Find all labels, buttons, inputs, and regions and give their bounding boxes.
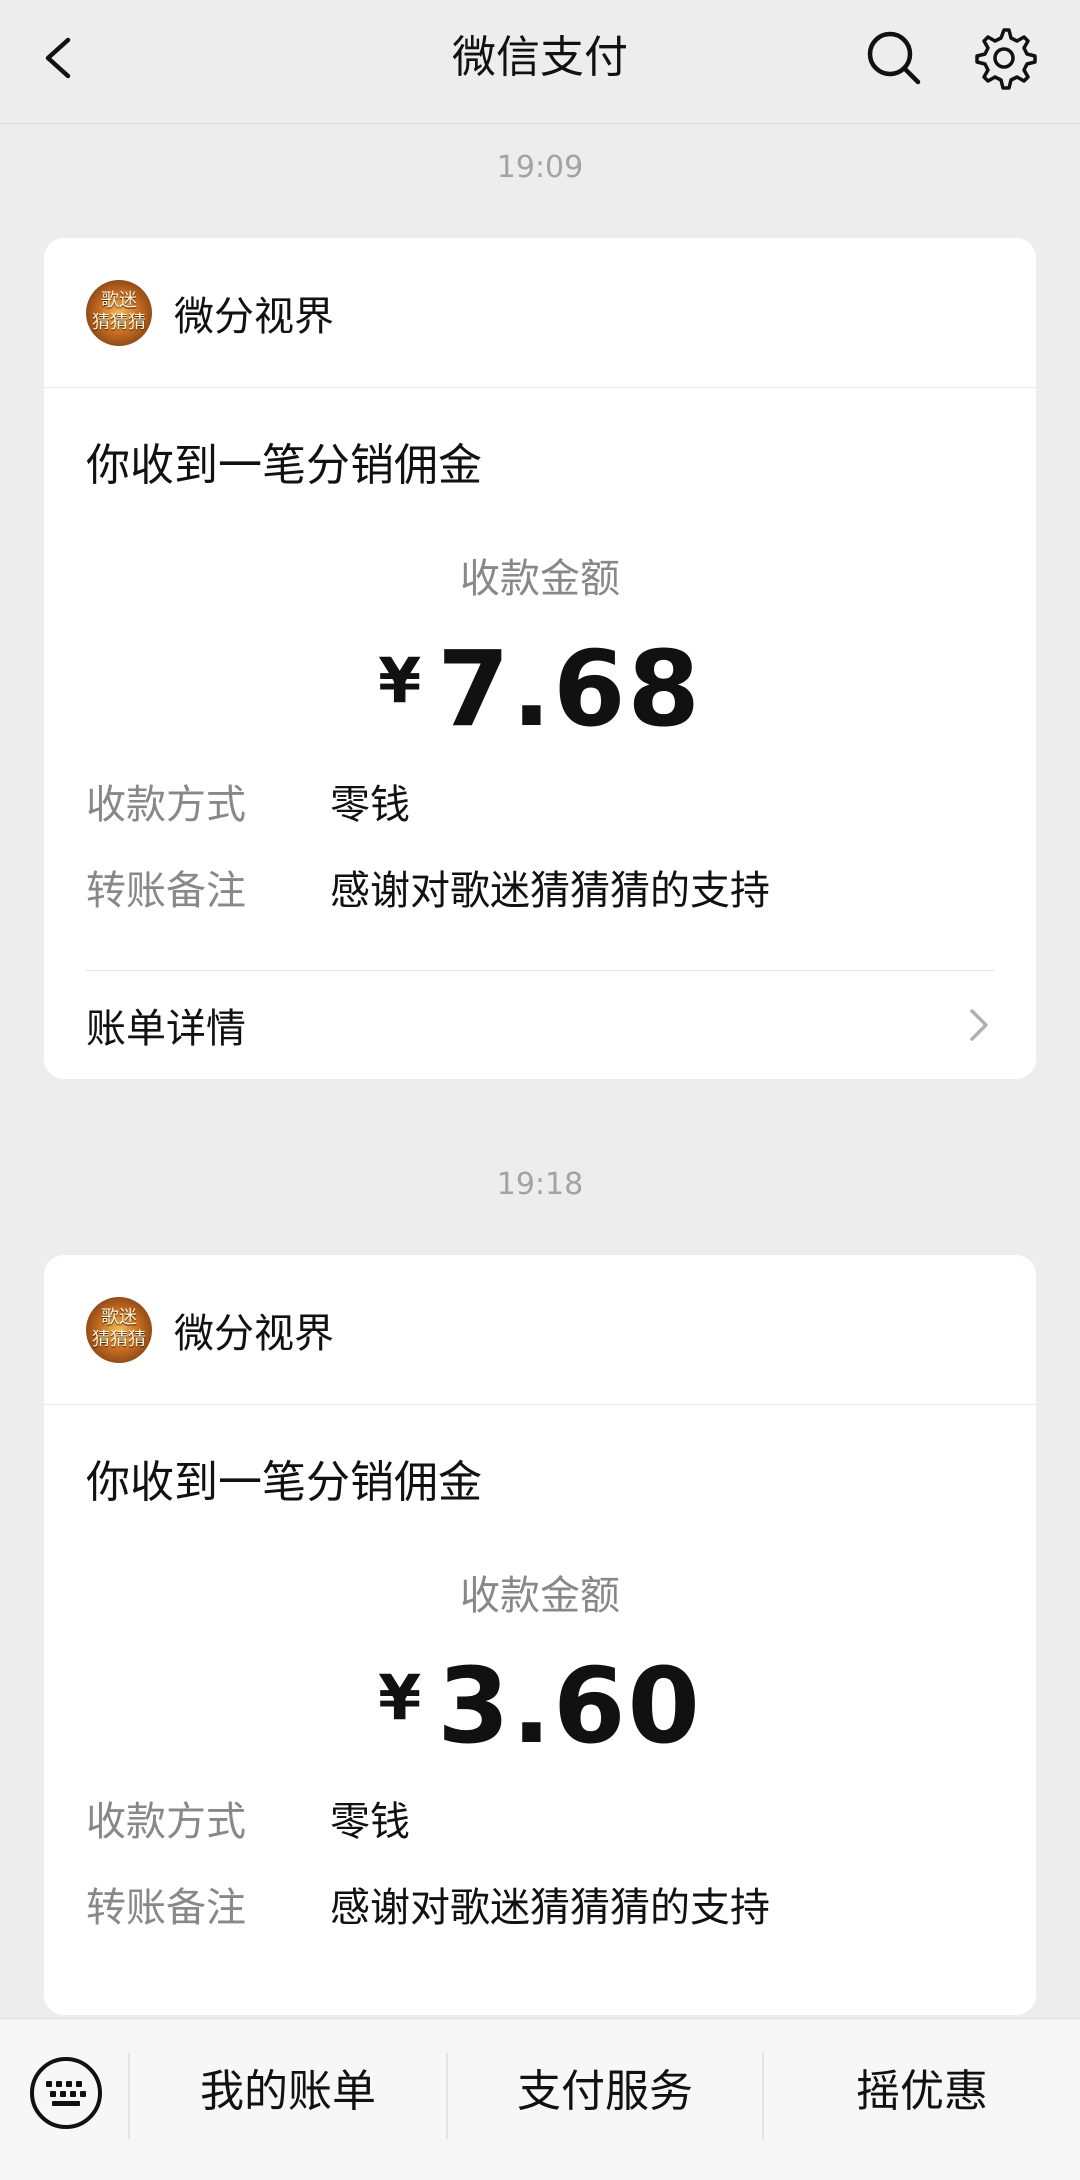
info-value: 感谢对歌迷猜猜猜的支持 bbox=[330, 868, 770, 914]
amount-label: 收款金额 bbox=[460, 1573, 620, 1619]
search-icon bbox=[867, 31, 921, 85]
bottom-menu-bar: 我的账单 支付服务 摇优惠 bbox=[0, 2018, 1080, 2180]
settings-button[interactable] bbox=[970, 24, 1038, 92]
gear-icon bbox=[975, 28, 1037, 90]
card-body: 你收到一笔分销佣金 收款金额 ¥3.60 收款方式 零钱 转账备注 感谢对歌迷猜… bbox=[44, 1455, 1036, 1937]
info-value: 零钱 bbox=[330, 1799, 410, 1845]
amount-display: ¥7.68 bbox=[86, 634, 994, 744]
bill-detail-label: 账单详情 bbox=[86, 1006, 246, 1052]
info-row: 转账备注 感谢对歌迷猜猜猜的支持 bbox=[86, 1871, 994, 1937]
amount-value: 7.68 bbox=[437, 628, 702, 750]
avatar-logo-text: 歌迷 猜猜猜 bbox=[92, 1306, 146, 1350]
card-header[interactable]: 歌迷 猜猜猜 微分视界 bbox=[44, 1255, 1036, 1405]
message-feed[interactable]: 19:09 歌迷 猜猜猜 微分视界 你收到一笔分销佣金 收款金额 ¥7.68 收款… bbox=[0, 124, 1080, 2015]
currency-symbol: ¥ bbox=[378, 644, 422, 717]
bill-detail-link[interactable]: 账单详情 bbox=[86, 971, 994, 1079]
info-key: 收款方式 bbox=[86, 782, 246, 828]
chevron-right-icon bbox=[970, 1009, 988, 1041]
menu-my-bills[interactable]: 我的账单 bbox=[130, 2057, 446, 2127]
merchant-avatar[interactable]: 歌迷 猜猜猜 bbox=[86, 279, 152, 346]
message-timestamp: 19:09 bbox=[496, 150, 584, 185]
info-row: 收款方式 零钱 bbox=[86, 1785, 994, 1851]
info-key: 转账备注 bbox=[86, 868, 246, 914]
merchant-name: 微分视界 bbox=[174, 1310, 334, 1357]
info-value: 零钱 bbox=[330, 782, 410, 828]
merchant-avatar[interactable]: 歌迷 猜猜猜 bbox=[86, 1296, 152, 1363]
card-title: 你收到一笔分销佣金 bbox=[86, 440, 482, 491]
info-value: 感谢对歌迷猜猜猜的支持 bbox=[330, 1885, 770, 1931]
search-button[interactable] bbox=[862, 26, 926, 90]
payment-card[interactable]: 歌迷 猜猜猜 微分视界 你收到一笔分销佣金 收款金额 ¥3.60 收款方式 零钱 … bbox=[44, 1255, 1036, 2015]
amount-display: ¥3.60 bbox=[86, 1651, 994, 1761]
payment-card[interactable]: 歌迷 猜猜猜 微分视界 你收到一笔分销佣金 收款金额 ¥7.68 收款方式 零钱 … bbox=[44, 238, 1036, 1079]
info-key: 收款方式 bbox=[86, 1799, 246, 1845]
amount-value: 3.60 bbox=[437, 1645, 702, 1767]
keyboard-toggle-button[interactable] bbox=[28, 2055, 104, 2131]
card-title: 你收到一笔分销佣金 bbox=[86, 1457, 482, 1508]
info-row: 转账备注 感谢对歌迷猜猜猜的支持 bbox=[86, 854, 994, 920]
menu-payment-services[interactable]: 支付服务 bbox=[448, 2057, 762, 2127]
menu-shake-offers[interactable]: 摇优惠 bbox=[764, 2057, 1080, 2127]
card-body: 你收到一笔分销佣金 收款金额 ¥7.68 收款方式 零钱 转账备注 感谢对歌迷猜… bbox=[44, 438, 1036, 1079]
info-row: 收款方式 零钱 bbox=[86, 768, 994, 834]
currency-symbol: ¥ bbox=[378, 1661, 422, 1734]
amount-label: 收款金额 bbox=[460, 556, 620, 602]
wechat-pay-chat-screen: 微信支付 19:09 歌迷 猜猜猜 微分视界 你收到一笔分销佣金 收款金额 ¥ … bbox=[0, 0, 1080, 2180]
card-header[interactable]: 歌迷 猜猜猜 微分视界 bbox=[44, 238, 1036, 388]
top-nav-bar: 微信支付 bbox=[0, 0, 1080, 124]
keyboard-icon bbox=[30, 2057, 102, 2129]
avatar-logo-text: 歌迷 猜猜猜 bbox=[92, 289, 146, 333]
message-timestamp: 19:18 bbox=[496, 1167, 584, 1202]
info-key: 转账备注 bbox=[86, 1885, 246, 1931]
merchant-name: 微分视界 bbox=[174, 293, 334, 340]
